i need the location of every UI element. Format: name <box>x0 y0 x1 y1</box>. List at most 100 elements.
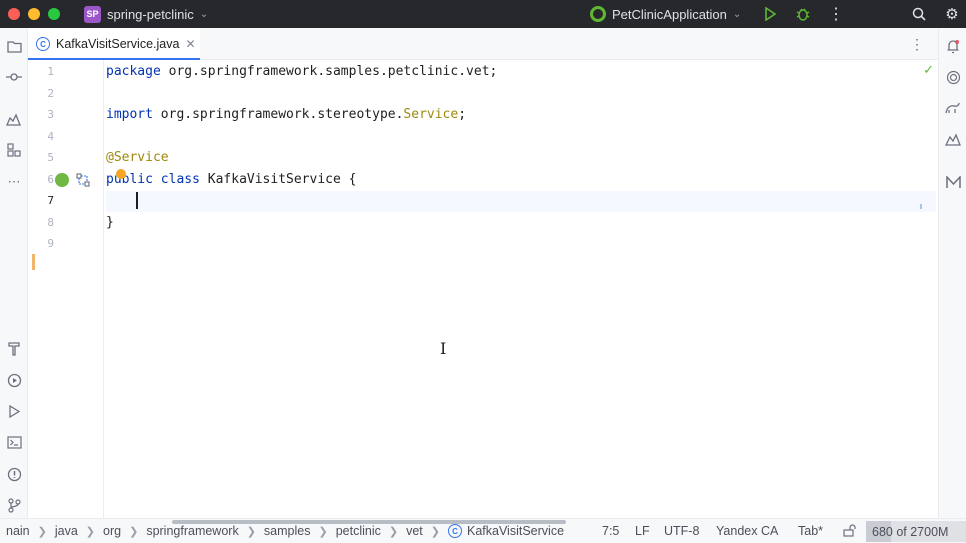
gradle-icon[interactable] <box>943 98 963 118</box>
chevron-right-icon: ❯ <box>388 525 399 538</box>
annotation: @Service <box>106 150 169 165</box>
git-branch-icon[interactable] <box>4 495 24 515</box>
more-actions-icon[interactable]: ⋮ <box>828 0 844 28</box>
breadcrumb-item[interactable]: samples <box>264 524 311 538</box>
chevron-right-icon: ❯ <box>129 525 139 538</box>
caret-position[interactable]: 7:5 <box>602 518 619 543</box>
keyword: import <box>106 107 153 122</box>
intention-bulb-icon[interactable] <box>116 169 126 179</box>
scrollbar-marker <box>920 204 922 209</box>
services-icon[interactable] <box>4 370 24 390</box>
close-tab-icon[interactable]: ✕ <box>185 37 195 51</box>
minimize-window-button[interactable] <box>28 8 40 20</box>
problems-icon[interactable] <box>4 464 24 484</box>
search-everywhere-button[interactable] <box>910 0 928 28</box>
run-configuration-selector[interactable]: PetClinicApplication ⌄ <box>590 0 741 28</box>
terminal-icon[interactable] <box>4 432 24 452</box>
line-number: 9 <box>47 237 54 250</box>
breadcrumb-item[interactable]: vet <box>406 524 423 538</box>
spring-bean-gutter-icon[interactable] <box>55 173 69 187</box>
build-hammer-icon[interactable] <box>4 338 24 358</box>
line-number: 5 <box>47 151 54 164</box>
editor-tab-bar: C KafkaVisitService.java ✕ ⋮ <box>28 28 938 61</box>
line-number: 8 <box>47 216 54 229</box>
line-number: 7 <box>47 194 54 207</box>
more-tools-icon[interactable]: ⋯ <box>4 172 24 192</box>
breadcrumb-item[interactable]: org <box>103 524 121 538</box>
java-class-icon: C <box>447 524 462 538</box>
file-encoding[interactable]: UTF-8 <box>664 518 699 543</box>
left-tool-window-bar: ⋯ <box>0 28 28 518</box>
line-number: 3 <box>47 108 54 121</box>
line-number: 4 <box>47 130 54 143</box>
keyword: package <box>106 64 161 79</box>
import-path: org.springframework.stereotype. <box>152 107 404 122</box>
run-button[interactable] <box>760 0 780 28</box>
chevron-right-icon: ❯ <box>85 525 96 538</box>
vcs-widget[interactable]: Yandex CA <box>716 518 778 543</box>
line-number: 6 <box>47 173 54 186</box>
code-line-8: } <box>106 212 114 233</box>
code-line-6: public class KafkaVisitService { <box>106 169 356 190</box>
indent-settings[interactable]: Tab* <box>798 518 823 543</box>
mouse-ibeam-cursor-icon: I <box>440 339 447 358</box>
breadcrumb-item[interactable]: java <box>55 524 78 538</box>
close-window-button[interactable] <box>8 8 20 20</box>
maximize-window-button[interactable] <box>48 8 60 20</box>
search-icon <box>912 7 926 21</box>
chevron-right-icon: ❯ <box>430 525 440 538</box>
code-editor[interactable]: 1 2 3 4 5 6 7 8 9 package org.springfram… <box>28 60 938 518</box>
no-problems-check-icon[interactable]: ✓ <box>923 62 934 78</box>
package-name: org.springframework.samples.petclinic.ve… <box>160 64 498 79</box>
code-line-1: package org.springframework.samples.petc… <box>106 61 497 82</box>
maven-icon[interactable] <box>943 172 963 192</box>
code-line-3: import org.springframework.stereotype.Se… <box>106 104 466 125</box>
tab-kafka-visit-service[interactable]: C KafkaVisitService.java ✕ <box>28 28 200 61</box>
keyword: class <box>160 172 200 187</box>
chevron-down-icon: ⌄ <box>732 8 742 20</box>
project-name: spring-petclinic <box>107 6 194 22</box>
horizontal-scrollbar[interactable] <box>172 520 566 524</box>
line-number: 2 <box>47 87 54 100</box>
code-line-5: @Service <box>106 147 169 168</box>
tab-options-icon[interactable]: ⋮ <box>910 36 924 53</box>
structure-map-gutter-icon[interactable] <box>76 173 90 187</box>
right-tool-window-bar <box>938 28 966 518</box>
semicolon: ; <box>458 107 467 122</box>
database-icon[interactable] <box>943 129 963 149</box>
ai-assistant-icon[interactable] <box>943 67 963 87</box>
close-brace: } <box>106 215 114 230</box>
memory-text: 680 of 2700M <box>872 524 949 539</box>
breadcrumb-item[interactable]: nain <box>6 524 30 538</box>
class-name: KafkaVisitService <box>199 172 349 187</box>
run-configuration-name: PetClinicApplication <box>612 6 727 22</box>
line-ending[interactable]: LF <box>635 518 650 543</box>
import-class: Service <box>403 107 459 122</box>
memory-indicator[interactable]: 680 of 2700M <box>866 521 966 542</box>
java-class-icon: C <box>36 37 50 51</box>
current-line-highlight <box>106 191 936 212</box>
commit-icon[interactable] <box>4 67 24 87</box>
spring-icon <box>590 6 606 22</box>
breadcrumb-item[interactable]: KafkaVisitService <box>467 524 564 538</box>
keyword: public <box>106 172 153 187</box>
window-controls <box>8 8 60 20</box>
breadcrumb-item[interactable]: petclinic <box>336 524 381 538</box>
profiler-icon[interactable] <box>4 109 24 129</box>
chevron-down-icon: ⌄ <box>199 8 209 20</box>
project-folder-icon[interactable] <box>4 36 24 56</box>
breadcrumb: nain ❯ java ❯ org ❯ springframework ❯ sample… <box>6 524 564 538</box>
structure-icon[interactable] <box>4 140 24 160</box>
settings-gear-icon[interactable]: ⚙ <box>943 0 961 28</box>
editor-gutter[interactable]: 1 2 3 4 5 6 7 8 9 <box>28 60 104 518</box>
breadcrumb-item[interactable]: springframework <box>146 524 238 538</box>
notifications-bell-icon[interactable] <box>943 36 963 56</box>
line-number: 1 <box>47 65 54 78</box>
project-switcher[interactable]: SP spring-petclinic ⌄ <box>84 5 209 23</box>
chevron-right-icon: ❯ <box>246 525 256 538</box>
open-brace: { <box>348 172 357 187</box>
debug-button[interactable] <box>793 0 813 28</box>
lock-icon[interactable] <box>843 518 857 543</box>
chevron-right-icon: ❯ <box>318 525 328 538</box>
run-tool-icon[interactable] <box>4 401 24 421</box>
